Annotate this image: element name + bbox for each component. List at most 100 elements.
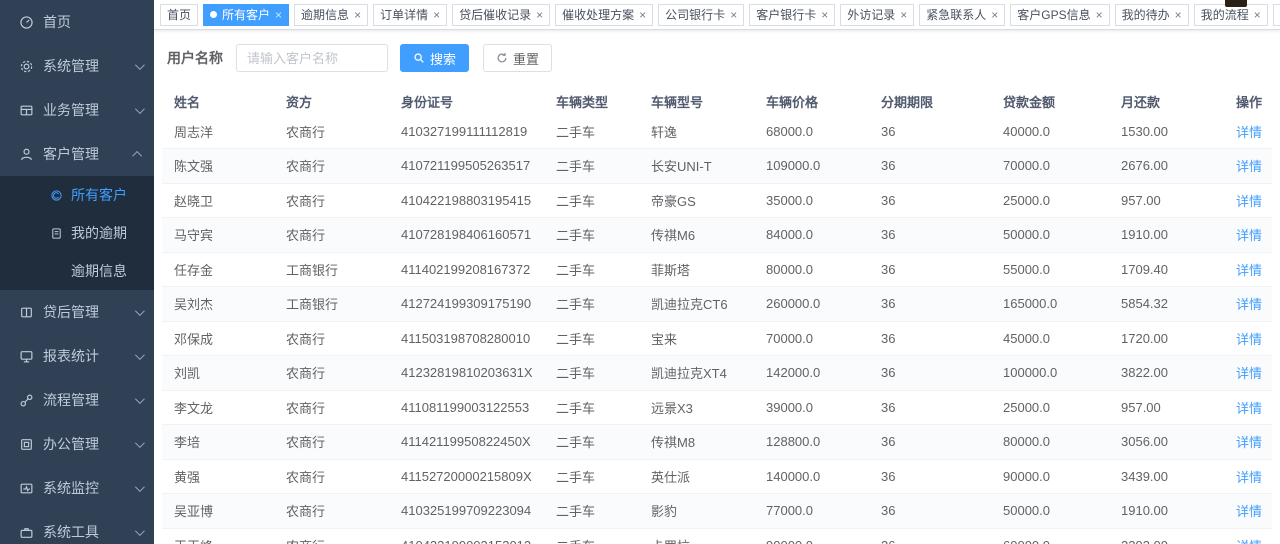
tab-company-bank-card[interactable]: 公司银行卡× — [658, 4, 744, 26]
close-icon[interactable]: × — [821, 9, 828, 21]
business-grid-icon — [19, 103, 34, 118]
chevron-down-icon — [135, 526, 145, 536]
toolbox-icon — [19, 525, 34, 540]
sidebar-item-business-management[interactable]: 业务管理 — [0, 88, 154, 132]
cell-name: 周志洋 — [162, 114, 274, 149]
close-icon[interactable]: × — [536, 9, 543, 21]
cell-vehicle-price: 128800.0 — [754, 425, 869, 460]
cell-vehicle-model: 凯迪拉克CT6 — [639, 287, 754, 322]
detail-link[interactable]: 详情 — [1236, 539, 1262, 544]
close-icon[interactable]: × — [354, 9, 361, 21]
close-icon[interactable]: × — [1175, 9, 1182, 21]
detail-link[interactable]: 详情 — [1236, 297, 1262, 312]
cell-installment-term: 36 — [869, 149, 991, 184]
sidebar-item-my-overdue[interactable]: 我的逾期 — [0, 214, 154, 252]
tab-emergency-contacts[interactable]: 紧急联系人× — [919, 4, 1005, 26]
search-icon — [413, 52, 425, 64]
cell-vehicle-price: 35000.0 — [754, 183, 869, 218]
col-header-funder: 资方 — [274, 88, 389, 114]
cell-loan-amount: 90000.0 — [991, 459, 1109, 494]
table-row: 马守宾农商行410728198406160571二手车传祺M684000.036… — [162, 218, 1272, 253]
detail-link[interactable]: 详情 — [1236, 228, 1262, 243]
col-header-vehicle-model: 车辆型号 — [639, 88, 754, 114]
search-field-label: 用户名称 — [167, 48, 223, 68]
detail-link[interactable]: 详情 — [1236, 159, 1262, 174]
close-icon[interactable]: × — [1096, 9, 1103, 21]
cell-vehicle-price: 90000.0 — [754, 528, 869, 544]
overdue-doc-icon — [50, 227, 63, 240]
tab-collection-records[interactable]: 贷后催收记录× — [452, 4, 550, 26]
sidebar-item-customer-management[interactable]: 客户管理 — [0, 132, 154, 176]
sidebar-item-label: 所有客户 — [71, 185, 142, 205]
tab-my-todo[interactable]: 我的待办× — [1115, 4, 1189, 26]
table-row: 黄强农商行41152720000215809X二手车英仕派140000.0369… — [162, 459, 1272, 494]
tab-customer-bank-card[interactable]: 客户银行卡× — [749, 4, 835, 26]
tab-sign-tasks[interactable]: 代签任务× — [1273, 4, 1280, 26]
sidebar-item-home[interactable]: 首页 — [0, 0, 154, 44]
cell-action: 详情 — [1224, 494, 1272, 529]
detail-link[interactable]: 详情 — [1236, 504, 1262, 519]
detail-link[interactable]: 详情 — [1236, 366, 1262, 381]
cell-installment-term: 36 — [869, 528, 991, 544]
close-icon[interactable]: × — [639, 9, 646, 21]
cell-id-number: 410728198406160571 — [389, 218, 544, 253]
tab-all-customers[interactable]: 所有客户× — [203, 4, 289, 26]
detail-link[interactable]: 详情 — [1236, 125, 1262, 140]
cell-installment-term: 36 — [869, 321, 991, 356]
col-header-action: 操作 — [1224, 88, 1272, 114]
tab-visit-records[interactable]: 外访记录× — [840, 4, 914, 26]
cell-name: 陈文强 — [162, 149, 274, 184]
reset-button[interactable]: 重置 — [483, 44, 552, 72]
cell-vehicle-price: 77000.0 — [754, 494, 869, 529]
tab-home[interactable]: 首页 — [160, 4, 198, 26]
sidebar-item-system-management[interactable]: 系统管理 — [0, 44, 154, 88]
sidebar-item-overdue-info[interactable]: 逾期信息 — [0, 252, 154, 290]
cell-id-number: 411503198708280010 — [389, 321, 544, 356]
close-icon[interactable]: × — [433, 9, 440, 21]
cell-funder: 工商银行 — [274, 287, 389, 322]
cell-monthly-payment: 1910.00 — [1109, 218, 1224, 253]
cell-funder: 农商行 — [274, 459, 389, 494]
customers-table: 姓名 资方 身份证号 车辆类型 车辆型号 车辆价格 分期期限 贷款金额 月还款 … — [162, 88, 1272, 544]
table-row: 王玉峰农商行410423199002153012二手车卡罗拉90000.0366… — [162, 528, 1272, 544]
close-icon[interactable]: × — [275, 9, 282, 21]
cell-vehicle-model: 传祺M8 — [639, 425, 754, 460]
sidebar-item-report-statistics[interactable]: 报表统计 — [0, 334, 154, 378]
cell-name: 赵晓卫 — [162, 183, 274, 218]
chevron-down-icon — [135, 394, 145, 404]
cell-monthly-payment: 957.00 — [1109, 183, 1224, 218]
tab-collection-plan[interactable]: 催收处理方案× — [555, 4, 653, 26]
sidebar-item-system-tools[interactable]: 系统工具 — [0, 510, 154, 544]
close-icon[interactable]: × — [1254, 9, 1261, 21]
cell-monthly-payment: 957.00 — [1109, 390, 1224, 425]
close-icon[interactable]: × — [730, 9, 737, 21]
chevron-down-icon — [135, 350, 145, 360]
table-body: 周志洋农商行410327199111112819二手车轩逸68000.03640… — [162, 114, 1272, 544]
customer-name-input[interactable] — [236, 44, 388, 72]
avatar-partial[interactable] — [1225, 0, 1247, 7]
tab-order-detail[interactable]: 订单详情× — [373, 4, 447, 26]
detail-link[interactable]: 详情 — [1236, 470, 1262, 485]
cell-vehicle-type: 二手车 — [544, 356, 639, 391]
detail-link[interactable]: 详情 — [1236, 401, 1262, 416]
close-icon[interactable]: × — [991, 9, 998, 21]
sidebar-item-label: 逾期信息 — [71, 261, 142, 281]
detail-link[interactable]: 详情 — [1236, 194, 1262, 209]
tab-overdue-info[interactable]: 逾期信息× — [294, 4, 368, 26]
sidebar-item-office-management[interactable]: 办公管理 — [0, 422, 154, 466]
close-icon[interactable]: × — [900, 9, 907, 21]
detail-link[interactable]: 详情 — [1236, 263, 1262, 278]
sidebar-item-all-customers[interactable]: 所有客户 — [0, 176, 154, 214]
search-button[interactable]: 搜索 — [400, 44, 469, 72]
sidebar-item-system-monitor[interactable]: 系统监控 — [0, 466, 154, 510]
cell-installment-term: 36 — [869, 114, 991, 149]
detail-link[interactable]: 详情 — [1236, 435, 1262, 450]
col-header-name: 姓名 — [162, 88, 274, 114]
cell-vehicle-model: 轩逸 — [639, 114, 754, 149]
sidebar-item-post-loan-management[interactable]: 贷后管理 — [0, 290, 154, 334]
table-row: 吴刘杰工商银行412724199309175190二手车凯迪拉克CT626000… — [162, 287, 1272, 322]
tab-customer-gps[interactable]: 客户GPS信息× — [1010, 4, 1109, 26]
sidebar-item-process-management[interactable]: 流程管理 — [0, 378, 154, 422]
cell-action: 详情 — [1224, 321, 1272, 356]
detail-link[interactable]: 详情 — [1236, 332, 1262, 347]
